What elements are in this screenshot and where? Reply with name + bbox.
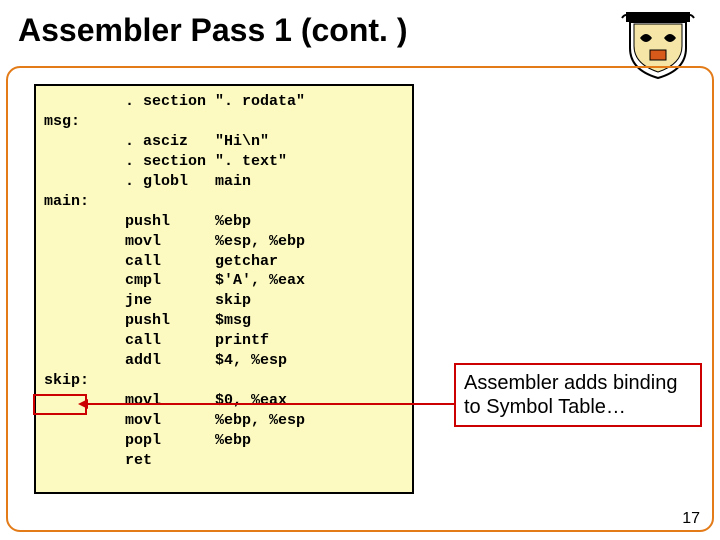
slide: Assembler Pass 1 (cont. ) . section ". r… [0,0,720,540]
slide-title: Assembler Pass 1 (cont. ) [18,12,407,49]
annotation-arrow [86,403,454,405]
code-text: . section ". rodata" msg: . asciz "Hi\n"… [44,92,404,471]
page-number: 17 [682,510,700,528]
code-listing: . section ". rodata" msg: . asciz "Hi\n"… [34,84,414,494]
annotation-box: Assembler adds binding to Symbol Table… [454,363,702,427]
